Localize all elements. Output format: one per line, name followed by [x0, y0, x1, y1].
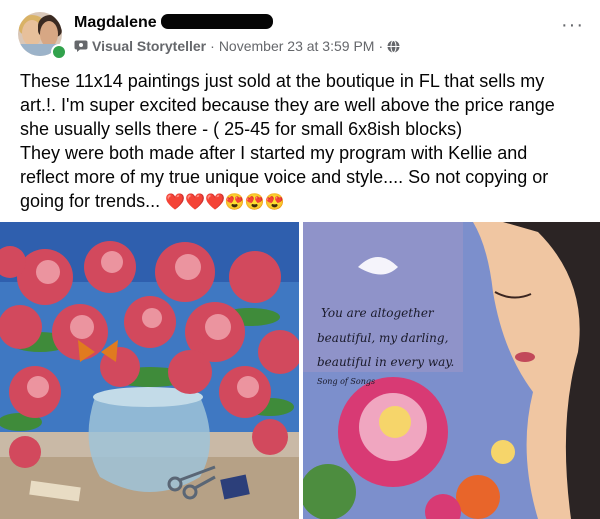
more-options-button[interactable]: ···	[561, 15, 584, 35]
photo-grid: You are altogether beautiful, my darling…	[0, 222, 600, 519]
woman-profile-painting-photo[interactable]: You are altogether beautiful, my darling…	[303, 222, 600, 519]
post-text-line: They were both made after I started my p…	[20, 143, 528, 163]
post-meta: Visual Storyteller · November 23 at 3:59…	[74, 38, 400, 54]
script-text-line: beautiful in every way.	[317, 355, 454, 369]
redacted-surname	[160, 14, 273, 29]
post-body: These 11x14 paintings just sold at the b…	[20, 69, 586, 215]
emoji-reactions: ❤️❤️❤️😍😍😍	[165, 194, 285, 211]
meta-separator: ·	[210, 38, 215, 54]
post-text-line: art.!. I'm super excited because they ar…	[20, 95, 555, 115]
post-text-line: These 11x14 paintings just sold at the b…	[20, 71, 545, 91]
storyteller-badge-icon	[74, 40, 88, 52]
post-text-line: going for trends...	[20, 191, 161, 211]
script-text-line: You are altogether	[321, 306, 435, 320]
author-name[interactable]: Magdalene	[74, 14, 273, 32]
post-text-line-last: going for trends... ❤️❤️❤️😍😍😍	[20, 189, 586, 215]
rose-vase-painting-photo[interactable]	[0, 222, 299, 519]
post-text-line: she usually sells there - ( 25-45 for sm…	[20, 119, 463, 139]
script-text-line: Song of Songs	[317, 377, 375, 386]
globe-icon[interactable]	[387, 39, 400, 53]
post-header: Magdalene Visual Storyteller · November …	[18, 12, 588, 60]
author-role[interactable]: Visual Storyteller	[92, 38, 206, 54]
post-timestamp[interactable]: November 23 at 3:59 PM	[219, 38, 375, 54]
online-status-icon	[51, 44, 67, 60]
script-text-line: beautiful, my darling,	[317, 331, 448, 345]
meta-separator-2: ·	[378, 38, 384, 54]
post-text-line: reflect more of my true unique voice and…	[20, 167, 549, 187]
